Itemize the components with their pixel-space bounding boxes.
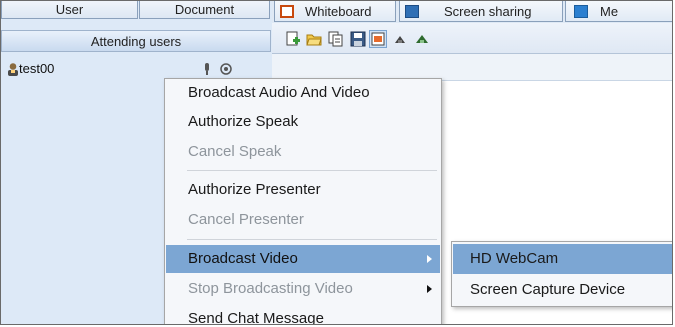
image-icon[interactable]	[369, 30, 387, 48]
user-context-menu: Broadcast Audio And Video Authorize Spea…	[164, 78, 442, 324]
menu-stop-broadcasting-video-label: Stop Broadcasting Video	[188, 280, 353, 297]
menu-authorize-presenter[interactable]: Authorize Presenter	[166, 176, 440, 204]
menu-cancel-speak[interactable]: Cancel Speak	[166, 138, 440, 166]
attending-users-header: Attending users	[1, 30, 271, 52]
menu-cancel-presenter[interactable]: Cancel Presenter	[166, 206, 440, 234]
user-list-item[interactable]: test00	[1, 60, 271, 78]
menu-separator	[187, 239, 437, 240]
tab-media-label: Me	[600, 4, 619, 19]
right-tabbar: Whiteboard Screen sharing Me	[272, 1, 672, 23]
menu-authorize-speak[interactable]: Authorize Speak	[166, 108, 440, 136]
menu-broadcast-video-label: Broadcast Video	[188, 250, 298, 267]
new-page-icon[interactable]	[285, 31, 301, 47]
submenu-arrow-icon	[427, 255, 432, 263]
whiteboard-page-strip	[272, 54, 672, 81]
media-icon	[574, 5, 588, 18]
copy-icon[interactable]	[328, 31, 344, 47]
user-status-icons	[205, 63, 232, 75]
whiteboard-toolbar	[272, 23, 672, 54]
menu-stop-broadcasting-video[interactable]: Stop Broadcasting Video	[166, 275, 440, 303]
move-down-icon[interactable]	[414, 31, 430, 47]
tab-whiteboard[interactable]: Whiteboard	[274, 1, 396, 22]
tab-screen-sharing-label: Screen sharing	[444, 4, 532, 19]
tab-whiteboard-label: Whiteboard	[305, 4, 372, 19]
user-name: test00	[19, 61, 55, 76]
menu-broadcast-video[interactable]: Broadcast Video	[166, 245, 440, 273]
tab-screen-sharing[interactable]: Screen sharing	[399, 1, 563, 22]
submenu-arrow-icon	[427, 285, 432, 293]
tab-document[interactable]: Document	[139, 1, 270, 19]
screen-sharing-icon	[405, 5, 419, 18]
submenu-hd-webcam[interactable]: HD WebCam	[453, 244, 672, 274]
open-folder-icon[interactable]	[306, 31, 322, 47]
tab-media[interactable]: Me	[565, 1, 672, 22]
menu-separator	[187, 170, 437, 171]
submenu-screen-capture-device[interactable]: Screen Capture Device	[453, 275, 672, 305]
user-avatar-icon	[8, 63, 18, 76]
save-icon[interactable]	[350, 31, 366, 47]
menu-send-chat-message[interactable]: Send Chat Message	[166, 305, 440, 324]
broadcast-video-submenu: HD WebCam Screen Capture Device	[451, 241, 672, 307]
menu-broadcast-audio-video[interactable]: Broadcast Audio And Video	[166, 79, 440, 107]
app-window: User Document Attending users test00 Whi…	[0, 0, 673, 325]
whiteboard-icon	[280, 5, 294, 18]
tab-user[interactable]: User	[1, 1, 138, 19]
move-up-icon[interactable]	[392, 31, 408, 47]
